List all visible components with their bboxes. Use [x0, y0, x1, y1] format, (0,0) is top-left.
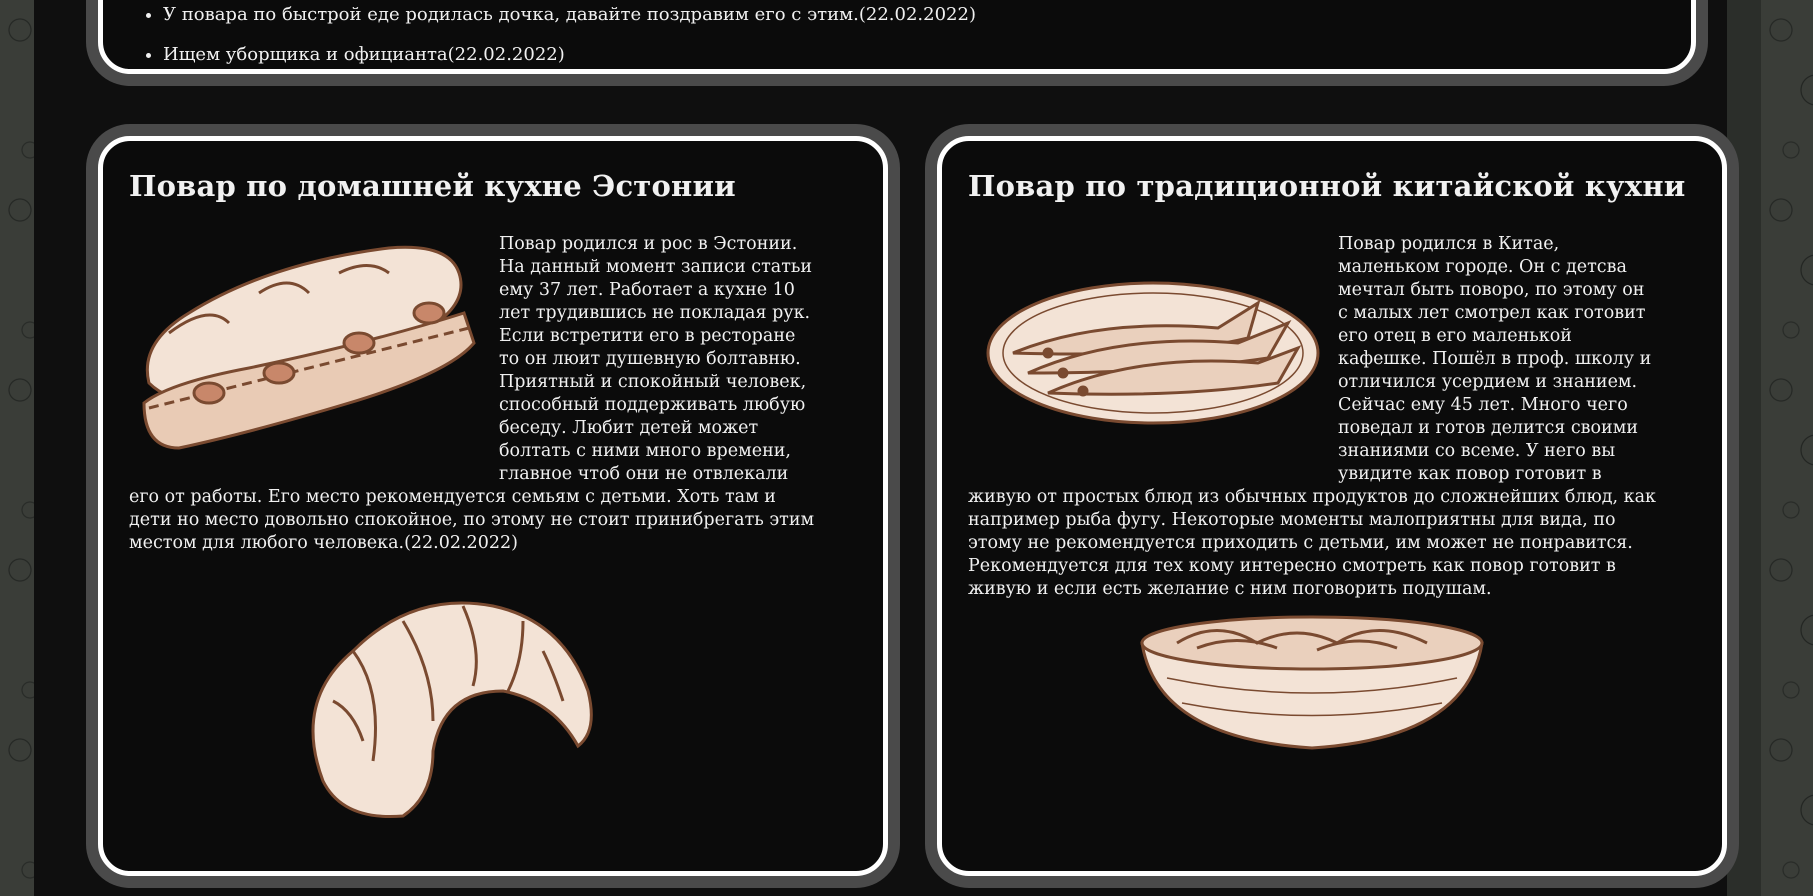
chef-title: Повар по домашней кухне Эстонии [129, 169, 736, 203]
announcements-list: У повара по быстрой еде родилась дочка, … [163, 0, 976, 69]
list-item: У повара по быстрой еде родилась дочка, … [163, 0, 976, 35]
list-item: Ищем уборщика и официанта(22.02.2022) [163, 35, 976, 69]
main-content: У повара по быстрой еде родилась дочка, … [34, 0, 1739, 896]
fish-plate-illustration [968, 233, 1338, 483]
chef-card-frame-china: Повар по традиционной китайской кухни По… [925, 124, 1739, 888]
left-pattern-panel [0, 0, 34, 896]
right-pattern-panel [1761, 0, 1813, 896]
chef-description-wrap: Повар родился и рос в Эстонии. На данный… [129, 233, 819, 555]
sandwich-illustration [129, 233, 499, 483]
chef-card-china: Повар по традиционной китайской кухни По… [937, 136, 1727, 876]
announcements-card-frame: У повара по быстрой еде родилась дочка, … [86, 0, 1708, 86]
chef-title: Повар по традиционной китайской кухни [968, 169, 1686, 203]
chef-description-wrap: Повар родился в Китае, маленьком городе.… [968, 233, 1658, 601]
croissant-illustration [293, 581, 603, 835]
announcements-card: У повара по быстрой еде родилась дочка, … [98, 0, 1696, 74]
chef-card-estonia: Повар по домашней кухне Эстонии Повар ро… [98, 136, 888, 876]
chef-card-frame-estonia: Повар по домашней кухне Эстонии Повар ро… [86, 124, 900, 888]
noodle-bowl-illustration [1137, 608, 1487, 757]
